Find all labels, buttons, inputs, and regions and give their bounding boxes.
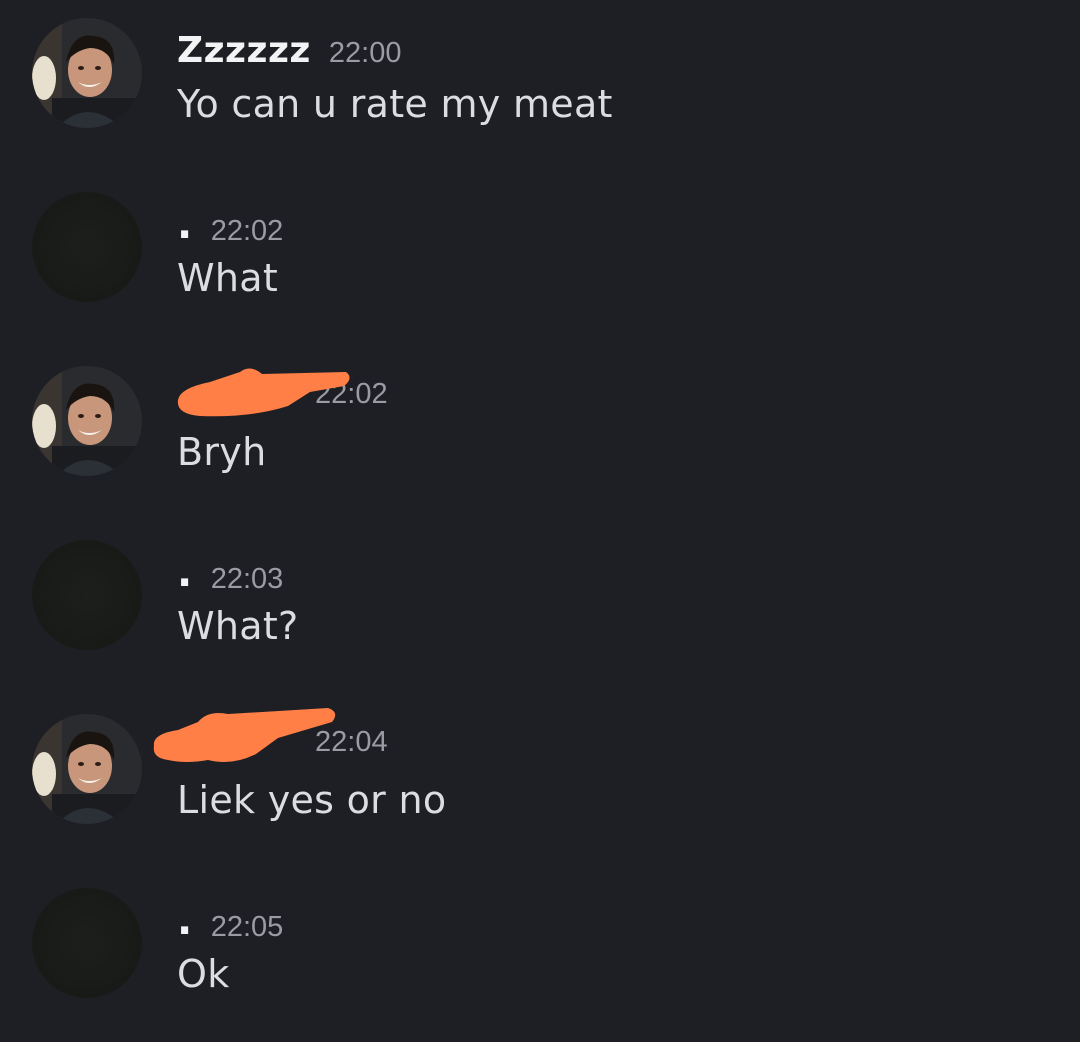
chat-message[interactable]: . 22:05 Ok <box>0 888 1080 1018</box>
user-avatar-dark[interactable] <box>32 888 142 998</box>
message-header: Zzzzzz 22:00 <box>177 30 401 74</box>
message-header: . 22:03 <box>177 550 284 596</box>
chat-message[interactable]: 22:04 Liek yes or no <box>0 708 1080 844</box>
message-header: 22:02 <box>177 378 388 422</box>
timestamp: 22:02 <box>315 378 388 410</box>
timestamp: 22:05 <box>210 911 284 943</box>
username[interactable]: . <box>177 550 193 596</box>
chat-screen: { "messages": [ { "username": "Zzzzzz", … <box>0 0 1080 1042</box>
timestamp: 22:03 <box>210 563 284 595</box>
message-header: . 22:05 <box>177 898 284 944</box>
user-avatar-photo[interactable] <box>32 714 142 824</box>
message-header: 22:04 <box>177 726 388 770</box>
user-avatar-dark[interactable] <box>32 192 142 302</box>
message-content: Bryh <box>177 430 267 474</box>
user-avatar-photo[interactable] <box>32 18 142 128</box>
message-content: What? <box>177 604 299 648</box>
timestamp: 22:00 <box>328 37 402 69</box>
timestamp: 22:02 <box>210 215 284 247</box>
user-avatar-photo[interactable] <box>32 366 142 476</box>
chat-message[interactable]: 22:02 Bryh <box>0 366 1080 496</box>
timestamp: 22:04 <box>315 726 388 758</box>
message-content: Yo can u rate my meat <box>177 82 613 126</box>
username[interactable]: Zzzzzz <box>177 30 311 71</box>
message-content: Ok <box>177 952 230 996</box>
message-header: . 22:02 <box>177 202 284 248</box>
chat-message[interactable]: . 22:02 What <box>0 192 1080 322</box>
chat-message[interactable]: . 22:03 What? <box>0 540 1080 670</box>
user-avatar-dark[interactable] <box>32 540 142 650</box>
chat-message[interactable]: Zzzzzz 22:00 Yo can u rate my meat <box>0 18 1080 148</box>
message-content: What <box>177 256 279 300</box>
username[interactable]: . <box>177 898 193 944</box>
message-content: Liek yes or no <box>177 778 447 822</box>
username[interactable]: . <box>177 202 193 248</box>
